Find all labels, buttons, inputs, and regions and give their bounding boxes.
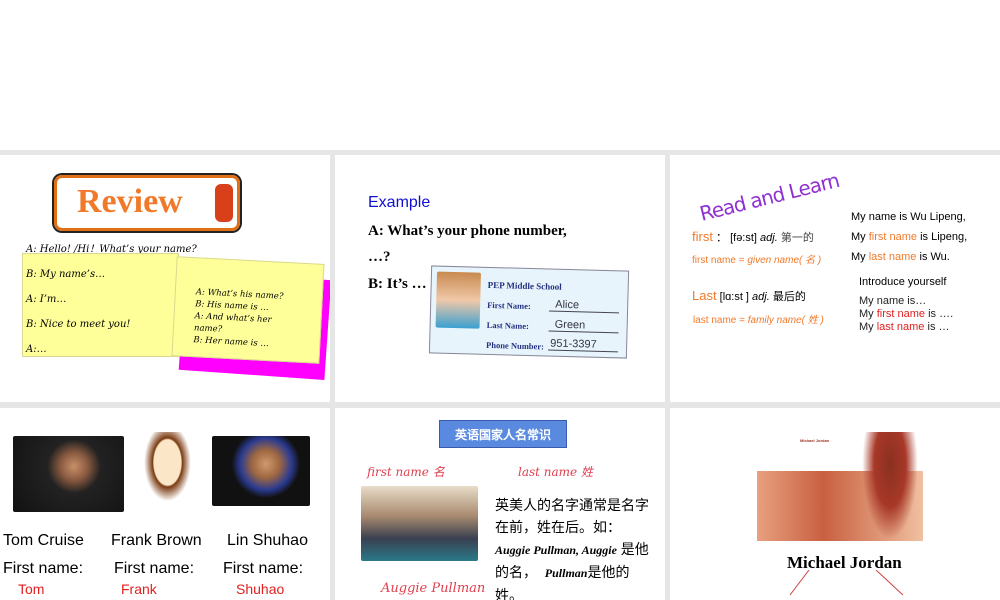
colon: ： — [716, 232, 728, 244]
first-name-label: First name: — [223, 560, 304, 577]
example-name: Auggie Pullman, Auggie — [495, 543, 617, 557]
slide-thumbnail-example[interactable]: Example A: What’s your phone number, …? … — [335, 155, 665, 402]
explanation-text: 英美人的名字通常是名字在前，姓在后。如： Auggie Pullman, Augg… — [495, 494, 650, 600]
person-name: Frank Brown — [111, 532, 202, 549]
text: 英美人的名字通常是名字在前，姓在后。如： — [495, 497, 649, 535]
dialog-line: A:… — [26, 344, 47, 355]
dialog-line: B: My name’s… — [26, 269, 106, 280]
phonetic: [lɑ:st ] — [719, 291, 749, 303]
phonetic: [fə:st] — [730, 232, 757, 244]
text: My — [859, 321, 877, 333]
text: My — [859, 308, 877, 320]
slide-thumbnail-name-knowledge[interactable]: 英语国家人名常识 first name 名 last name 姓 英美人的名字… — [335, 408, 665, 600]
id-card: PEP Middle School First Name: Alice Last… — [428, 265, 630, 359]
field-label: First Name: — [487, 299, 531, 312]
top-area — [0, 0, 1000, 150]
dialog-line: A: I’m… — [26, 294, 67, 305]
example-sentences: My name is Wu Lipeng, My first name is L… — [851, 207, 967, 267]
sentence: My name is Wu Lipeng, — [851, 211, 966, 223]
slide-thumbnail-michael-jordan[interactable]: Michael Jordan Michael Jordan — [670, 408, 1000, 600]
text: is …. — [925, 308, 954, 320]
note-card-1: B: My name’s… A: I’m… B: Nice to meet yo… — [22, 253, 179, 357]
first-name-value: Alice — [549, 298, 620, 314]
person-name: Lin Shuhao — [227, 532, 308, 549]
meaning: 最后的 — [772, 291, 806, 303]
review-banner: Review — [54, 175, 240, 231]
equation: family name( 姓 ) — [747, 315, 824, 326]
highlight: first name — [868, 231, 918, 243]
poster-title: Michael Jordan — [800, 438, 830, 443]
girl-photo — [435, 271, 482, 329]
field-label: Last Name: — [486, 319, 530, 332]
frank-cartoon — [140, 432, 195, 508]
first-name-answer: Frank — [121, 581, 157, 597]
last-name-label: last name 姓 — [518, 465, 593, 479]
equation: last name = — [693, 315, 748, 326]
first-name-answer: Shuhao — [236, 581, 285, 597]
dialog-line: B: Nice to meet you! — [26, 319, 131, 330]
pos: adj. — [752, 291, 770, 303]
pos: adj. — [760, 232, 778, 244]
text: My — [851, 231, 869, 243]
slide-thumbnail-review[interactable]: Review A: Hello! /Hi！What’s your name? B… — [0, 155, 330, 402]
wonder-movie-still — [361, 486, 478, 561]
phone-value: 951-3397 — [547, 337, 619, 353]
painter-icon — [215, 184, 233, 222]
school-name: PEP Middle School — [487, 279, 562, 292]
sentence: My name is… — [859, 295, 927, 307]
knowledge-banner: 英语国家人名常识 — [439, 420, 567, 448]
slide-thumbnail-read-and-learn[interactable]: Read and Learn first ： [fə:st] adj. 第一的 … — [670, 155, 1000, 402]
example-heading: Example — [368, 194, 431, 211]
highlight: last name — [876, 321, 925, 333]
highlight: first name — [876, 308, 926, 320]
review-title: Review — [77, 183, 183, 220]
text: is … — [924, 321, 950, 333]
jordan-figure — [862, 432, 918, 540]
note-card-2: A: What’s his name? B: His name is … A: … — [171, 256, 325, 364]
lin-shuhao-photo — [212, 436, 310, 506]
example-name: Pullman — [544, 566, 588, 580]
equation: first name = — [692, 255, 748, 266]
word-last: Last — [692, 288, 717, 303]
first-name-label: first name 名 — [367, 465, 445, 479]
introduce-heading: Introduce yourself — [859, 276, 947, 288]
arrows-icon — [789, 570, 904, 596]
text: is Lipeng, — [917, 231, 968, 243]
read-learn-title: Read and Learn — [697, 168, 842, 226]
question-text: A: What’s your phone number, — [368, 223, 567, 239]
introduce-template: My name is… My first name is …. My last … — [859, 295, 953, 334]
first-name-answer: Tom — [18, 581, 45, 597]
text: My — [851, 251, 869, 263]
word-first: first — [692, 229, 713, 244]
equation: given name( 名 ) — [747, 255, 822, 266]
last-name-value: Green — [548, 318, 619, 334]
slide-thumbnail-names[interactable]: Tom Cruise Frank Brown Lin Shuhao First … — [0, 408, 330, 600]
photo-caption: Auggie Pullman — [381, 581, 486, 596]
first-name-label: First name: — [3, 560, 84, 577]
person-name: Tom Cruise — [3, 532, 84, 549]
meaning: 第一的 — [780, 232, 814, 244]
tom-cruise-photo — [13, 436, 124, 512]
text: is Wu. — [916, 251, 950, 263]
question-text: …? — [368, 249, 391, 265]
field-label: Phone Number: — [485, 339, 545, 352]
answer-text: B: It’s … — [368, 276, 427, 292]
first-name-label: First name: — [114, 560, 195, 577]
highlight: last name — [868, 251, 917, 263]
